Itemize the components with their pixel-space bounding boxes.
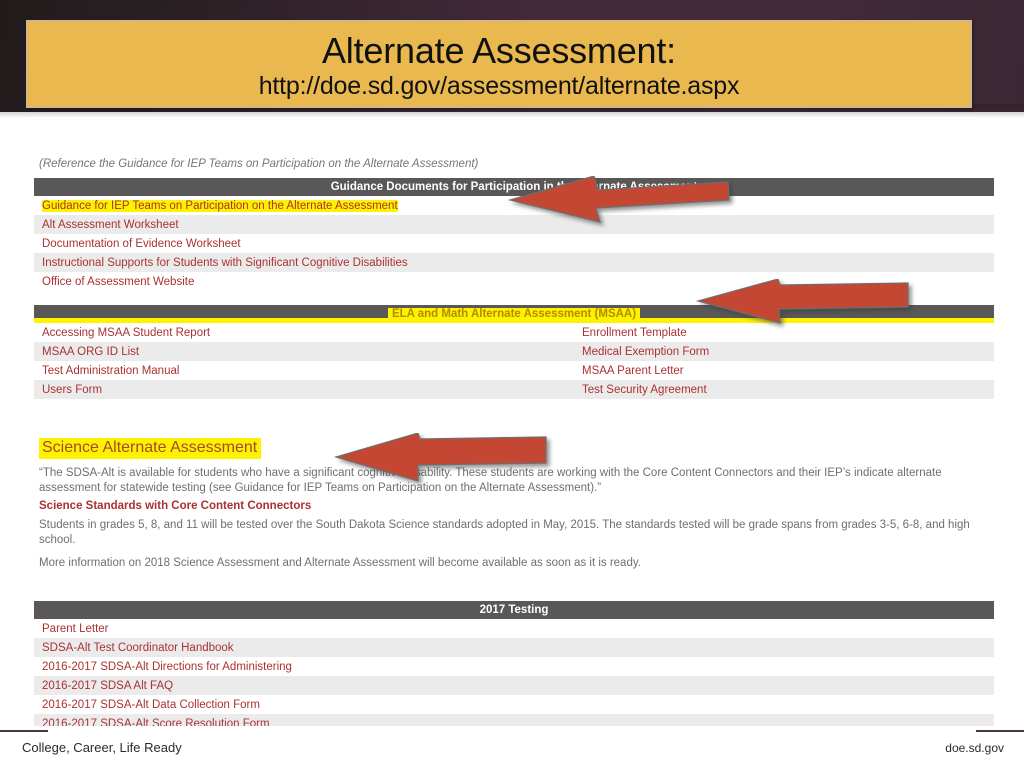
footer-rule-left [0, 730, 48, 732]
list-item-link[interactable]: 2016-2017 SDSA Alt FAQ [34, 676, 994, 695]
list-item-link[interactable]: SDSA-Alt Test Coordinator Handbook [34, 638, 994, 657]
list-item-label: Guidance for IEP Teams on Participation … [42, 199, 398, 212]
list-item-link[interactable]: Test Administration Manual [34, 361, 574, 380]
table-row: 2016-2017 SDSA-Alt Data Collection Form [34, 695, 994, 714]
arrow-msaa-header-icon [695, 279, 909, 324]
list-item-link[interactable]: Test Security Agreement [574, 380, 995, 399]
arrow-science-heading-icon [333, 433, 547, 482]
list-item-link[interactable]: Accessing MSAA Student Report [34, 323, 574, 342]
science-alternate-assessment-heading: Science Alternate Assessment [39, 438, 262, 459]
table-row: Users Form Test Security Agreement [34, 380, 995, 399]
reference-note: (Reference the Guidance for IEP Teams on… [39, 158, 479, 170]
table-row: MSAA ORG ID List Medical Exemption Form [34, 342, 995, 361]
table-row: 2016-2017 SDSA-Alt Directions for Admini… [34, 657, 994, 676]
title-banner: Alternate Assessment: http://doe.sd.gov/… [26, 20, 972, 108]
table-row: Test Administration Manual MSAA Parent L… [34, 361, 995, 380]
science-paragraph-2: Students in grades 5, 8, and 11 will be … [39, 519, 970, 546]
list-item-link[interactable]: Medical Exemption Form [574, 342, 995, 361]
page-title: Alternate Assessment: [322, 30, 676, 71]
footer-tagline: College, Career, Life Ready [22, 740, 182, 755]
table-row: 2016-2017 SDSA Alt FAQ [34, 676, 994, 695]
list-item-link[interactable]: 2016-2017 SDSA-Alt Directions for Admini… [34, 657, 994, 676]
science-paragraph-3: More information on 2018 Science Assessm… [39, 557, 641, 569]
slide-footer: College, Career, Life Ready doe.sd.gov [0, 726, 1024, 768]
list-item-link[interactable]: Users Form [34, 380, 574, 399]
list-item-link[interactable]: MSAA ORG ID List [34, 342, 574, 361]
arrow-guidance-header-icon [507, 176, 730, 223]
table-row: Instructional Supports for Students with… [34, 253, 994, 272]
testing-2017-table: 2017 Testing Parent Letter SDSA-Alt Test… [34, 601, 994, 733]
list-item-link[interactable]: MSAA Parent Letter [574, 361, 995, 380]
list-item-link[interactable]: Parent Letter [34, 619, 994, 638]
testing-2017-header: 2017 Testing [34, 601, 994, 619]
page-subtitle-url: http://doe.sd.gov/assessment/alternate.a… [258, 72, 740, 100]
footer-website: doe.sd.gov [945, 741, 1004, 755]
table-row: Parent Letter [34, 619, 994, 638]
footer-rule-right [976, 730, 1024, 732]
list-item-link[interactable]: 2016-2017 SDSA-Alt Data Collection Form [34, 695, 994, 714]
table-header-row: 2017 Testing [34, 601, 994, 619]
table-row: SDSA-Alt Test Coordinator Handbook [34, 638, 994, 657]
science-standards-link[interactable]: Science Standards with Core Content Conn… [39, 500, 311, 512]
list-item-link[interactable]: Instructional Supports for Students with… [34, 253, 994, 272]
